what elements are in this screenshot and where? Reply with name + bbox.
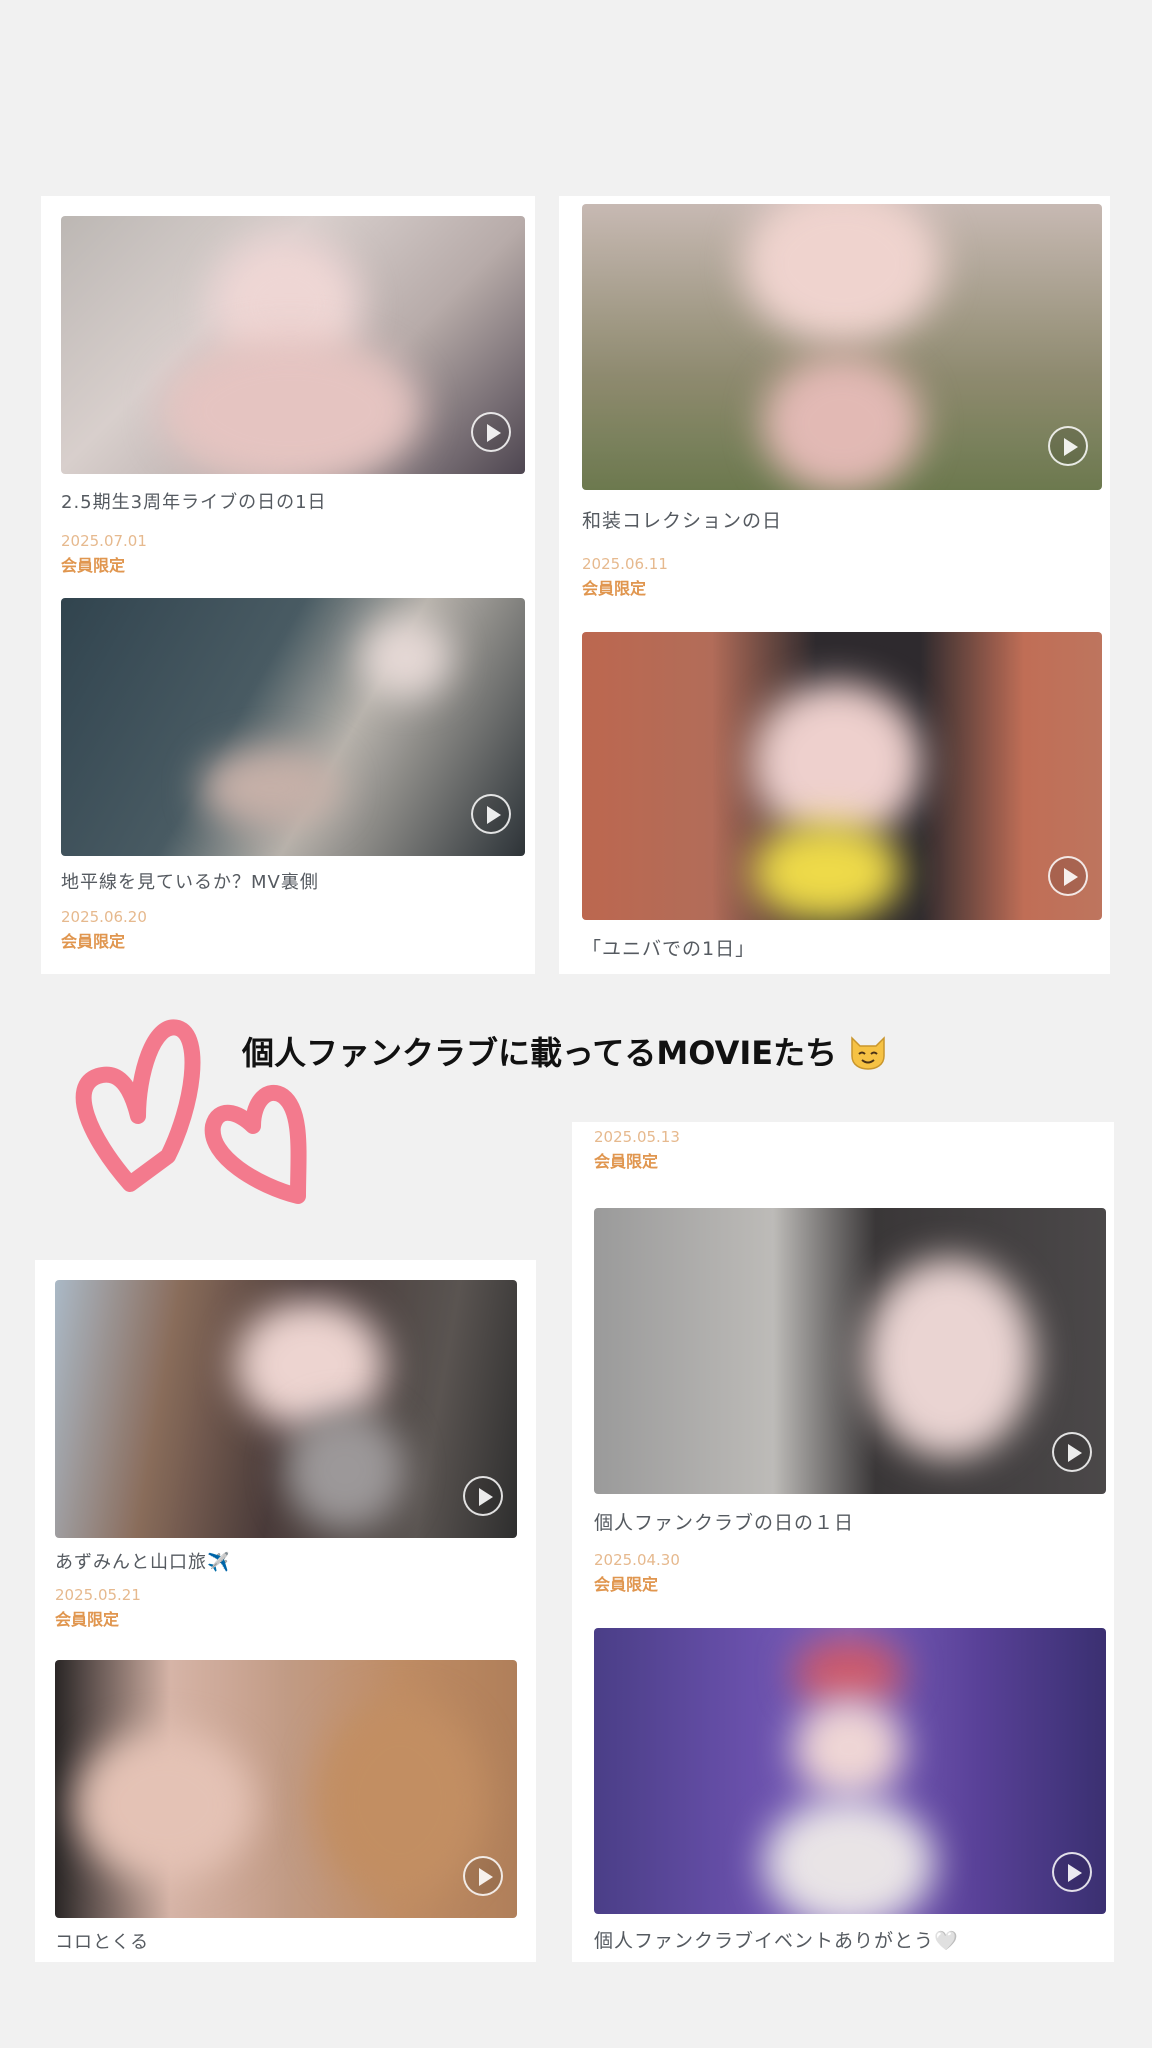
- video-item[interactable]: 和装コレクションの日 2025.06.11 会員限定: [582, 204, 1102, 599]
- video-thumbnail[interactable]: [55, 1660, 517, 1918]
- video-date: 2025.05.21: [55, 1586, 141, 1604]
- members-only-badge: 会員限定: [61, 932, 126, 951]
- video-title[interactable]: 「ユニバでの1日」: [582, 934, 1102, 961]
- play-icon[interactable]: [463, 1476, 503, 1516]
- cat-face-icon: [848, 1032, 888, 1078]
- video-item[interactable]: 「ユニバでの1日」: [582, 632, 1102, 961]
- page-heading: 個人ファンクラブに載ってるMOVIEたち: [242, 1028, 888, 1078]
- video-title[interactable]: 地平線を見ているか？MV裏側: [61, 868, 525, 894]
- video-title[interactable]: あずみんと山口旅✈️: [55, 1548, 517, 1574]
- video-item[interactable]: 個人ファンクラブの日の１日 2025.04.30 会員限定: [594, 1208, 1106, 1595]
- play-icon[interactable]: [471, 412, 511, 452]
- video-title[interactable]: 和装コレクションの日: [582, 506, 1102, 533]
- video-date: 2025.06.20: [61, 908, 147, 926]
- video-date: 2025.07.01: [61, 532, 147, 550]
- members-only-badge: 会員限定: [582, 579, 647, 598]
- play-icon[interactable]: [1052, 1852, 1092, 1892]
- video-date: 2025.06.11: [582, 555, 668, 573]
- video-title[interactable]: 個人ファンクラブイベントありがとう🤍: [594, 1926, 1106, 1953]
- video-thumbnail[interactable]: [582, 632, 1102, 920]
- video-card-bottom-right: 2025.05.13 会員限定 個人ファンクラブの日の１日 2025.04.30…: [572, 1122, 1114, 1962]
- video-title[interactable]: 2.5期生3周年ライブの日の1日: [61, 488, 525, 514]
- play-icon[interactable]: [1048, 426, 1088, 466]
- video-date: 2025.05.13: [594, 1128, 680, 1146]
- video-title[interactable]: コロとくる: [55, 1928, 517, 1954]
- video-thumbnail[interactable]: [594, 1208, 1106, 1494]
- members-only-badge: 会員限定: [61, 556, 126, 575]
- video-item[interactable]: コロとくる: [55, 1660, 517, 1954]
- video-card-top-right: 和装コレクションの日 2025.06.11 会員限定 「ユニバでの1日」: [559, 196, 1110, 974]
- page-heading-text: 個人ファンクラブに載ってるMOVIEたち: [242, 1034, 838, 1072]
- video-thumbnail[interactable]: [61, 216, 525, 474]
- video-thumbnail[interactable]: [61, 598, 525, 856]
- video-thumbnail[interactable]: [55, 1280, 517, 1538]
- video-card-bottom-left: あずみんと山口旅✈️ 2025.05.21 会員限定 コロとくる: [35, 1260, 536, 1962]
- video-item[interactable]: 個人ファンクラブイベントありがとう🤍: [594, 1628, 1106, 1953]
- video-title[interactable]: 個人ファンクラブの日の１日: [594, 1508, 1106, 1535]
- video-item[interactable]: 2.5期生3周年ライブの日の1日 2025.07.01 会員限定: [61, 216, 525, 576]
- play-icon[interactable]: [463, 1856, 503, 1896]
- video-thumbnail[interactable]: [582, 204, 1102, 490]
- video-date: 2025.04.30: [594, 1551, 680, 1569]
- members-only-badge: 会員限定: [594, 1575, 659, 1594]
- members-only-badge: 会員限定: [55, 1610, 120, 1629]
- video-thumbnail[interactable]: [594, 1628, 1106, 1914]
- play-icon[interactable]: [471, 794, 511, 834]
- video-item[interactable]: 地平線を見ているか？MV裏側 2025.06.20 会員限定: [61, 598, 525, 952]
- members-only-badge: 会員限定: [594, 1152, 659, 1171]
- video-card-top-left: 2.5期生3周年ライブの日の1日 2025.07.01 会員限定 地平線を見てい…: [41, 196, 535, 974]
- play-icon[interactable]: [1052, 1432, 1092, 1472]
- play-icon[interactable]: [1048, 856, 1088, 896]
- video-item[interactable]: あずみんと山口旅✈️ 2025.05.21 会員限定: [55, 1280, 517, 1630]
- video-item[interactable]: 2025.05.13 会員限定: [594, 1128, 680, 1172]
